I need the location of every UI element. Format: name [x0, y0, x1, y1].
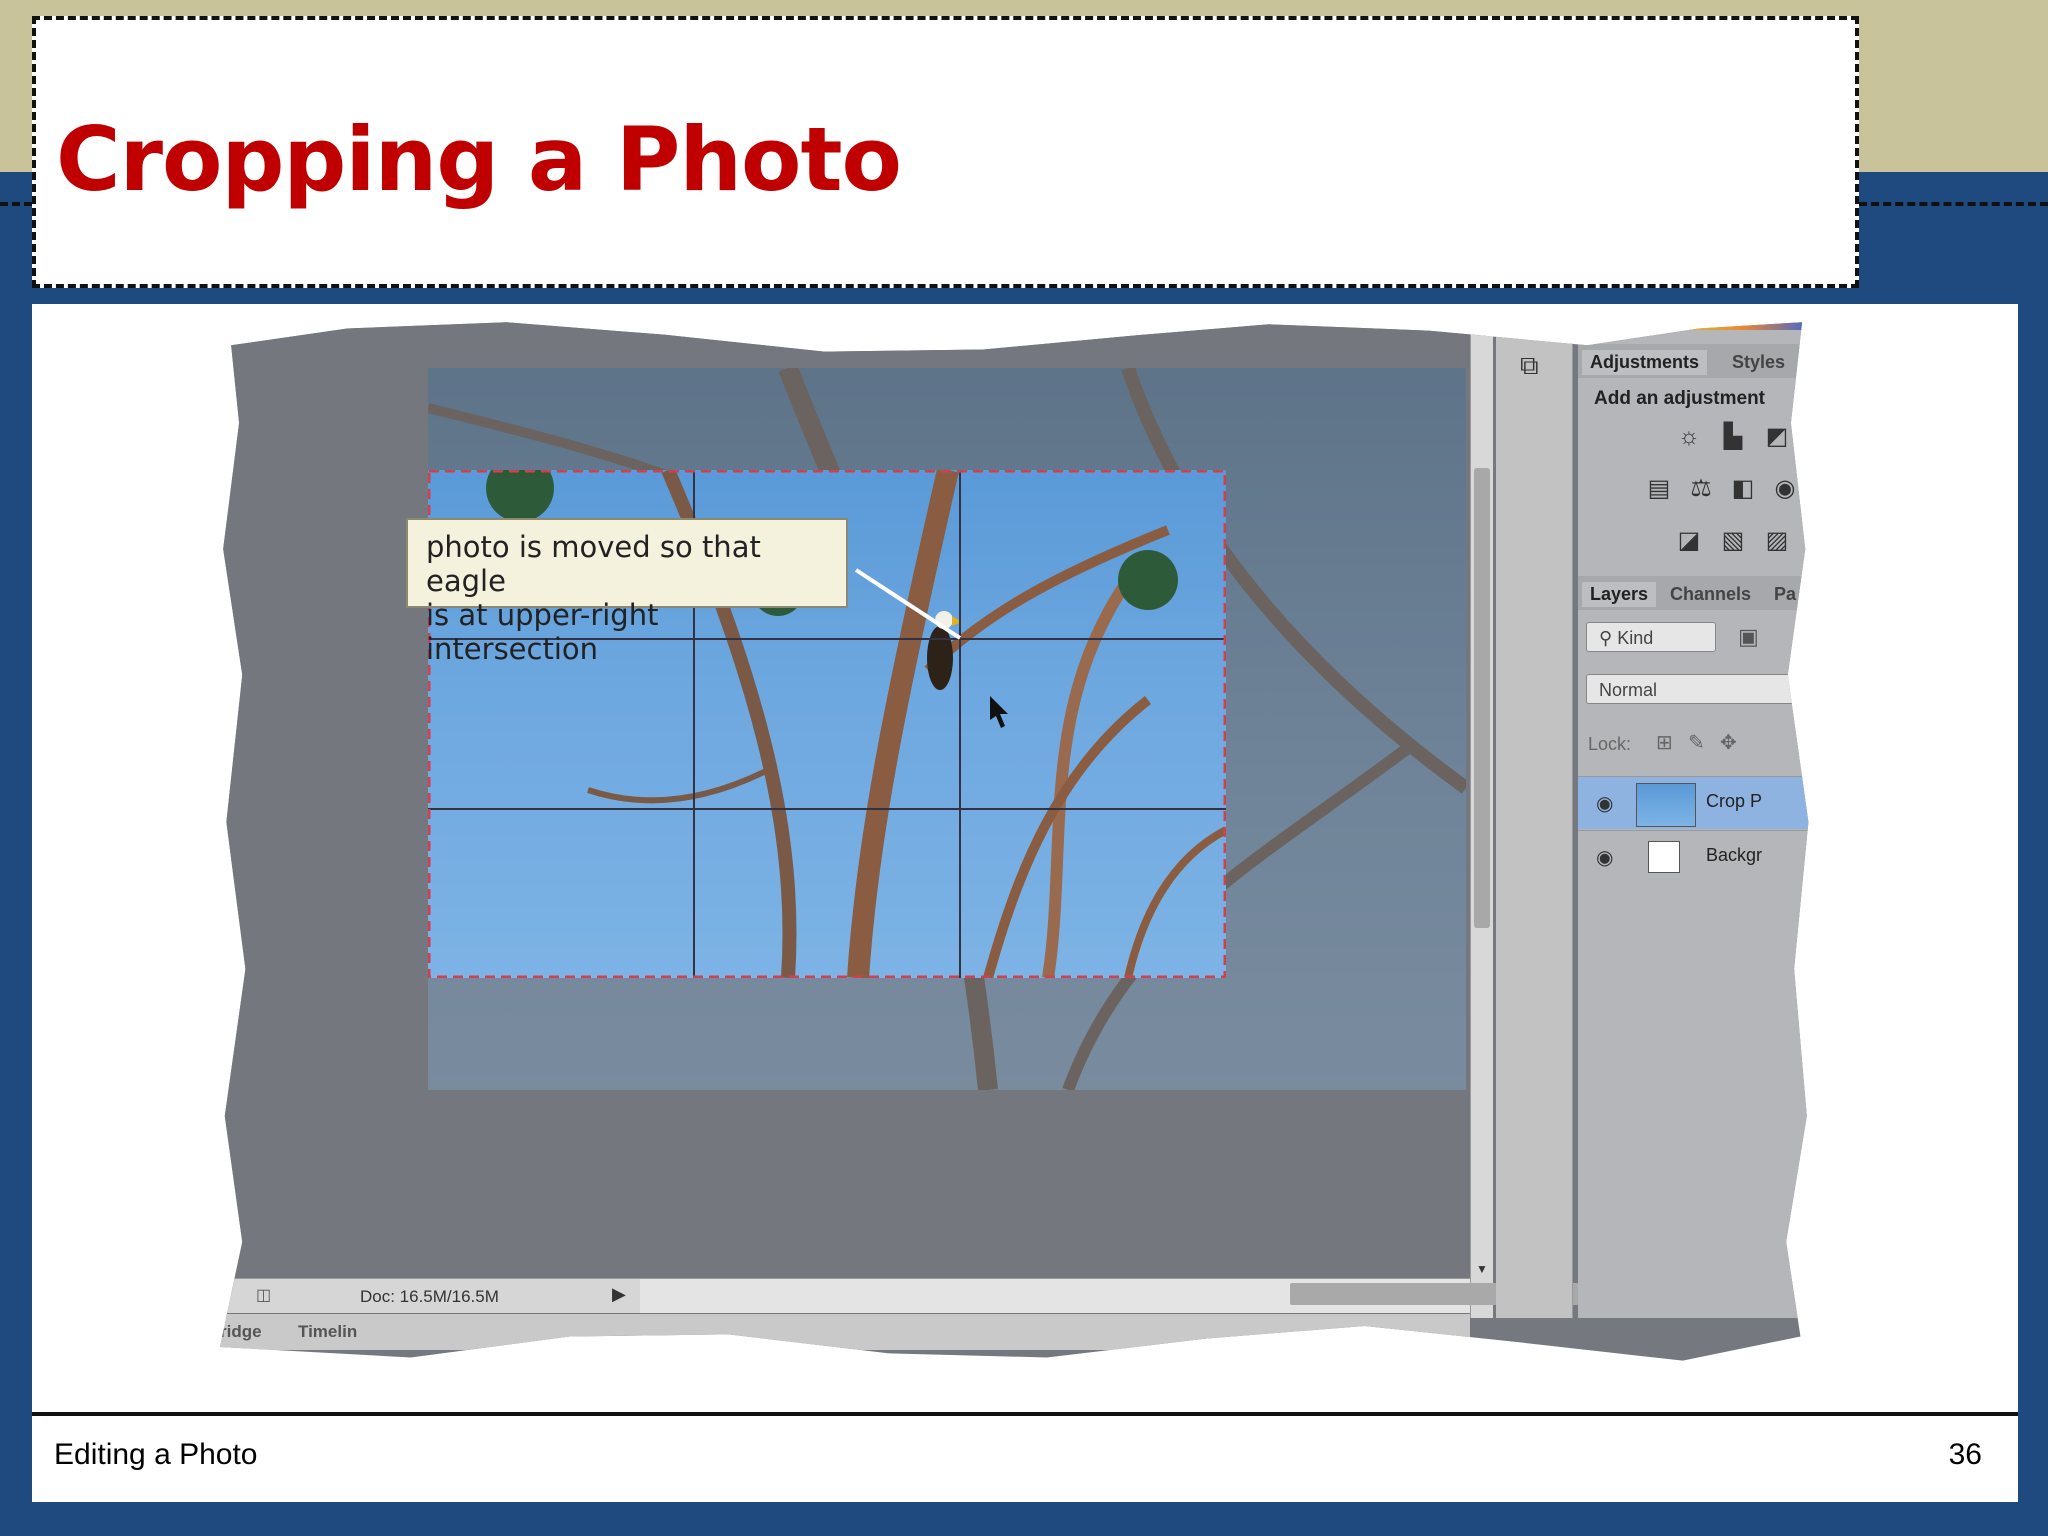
callout-line-2: is at upper-right intersection [426, 598, 659, 666]
lock-label: Lock: [1588, 734, 1632, 754]
tab-mini-bridge[interactable]: ridge [220, 1322, 262, 1342]
lock-brush-icon[interactable]: ✎ [1688, 730, 1705, 755]
photo-filter-icon[interactable]: ◉ [1770, 474, 1800, 504]
dashed-rule-right [1859, 202, 2048, 206]
selective-color-icon[interactable]: ▨ [1762, 526, 1792, 556]
layer-thumbnail [1636, 783, 1696, 827]
footer-section-title: Editing a Photo [54, 1438, 258, 1471]
page-number: 36 [1948, 1438, 1982, 1471]
layer-row-crop[interactable]: ◉ Crop P [1578, 776, 1809, 829]
curves-icon[interactable]: ◩ [1762, 422, 1792, 452]
search-icon: ⚲ [1599, 628, 1618, 648]
vertical-scroll-thumb[interactable] [1474, 468, 1490, 928]
adjustments-heading: Add an adjustment [1594, 388, 1766, 409]
horizontal-scrollbar[interactable] [640, 1279, 1580, 1313]
layer-thumbnail [1648, 841, 1680, 873]
callout-pointer [854, 568, 1008, 728]
black-white-icon[interactable]: ◧ [1728, 474, 1758, 504]
vertical-scrollbar[interactable]: ▼ [1470, 322, 1493, 1318]
callout-box: photo is moved so that eagle is at upper… [406, 518, 848, 666]
visibility-eye-icon[interactable]: ◉ [1596, 791, 1613, 816]
status-bar: ◫ Doc: 16.5M/16.5M ▶ [220, 1278, 1580, 1313]
panel-icon-column: ⧉ [1496, 322, 1573, 1318]
lock-transparent-icon[interactable]: ⊞ [1656, 730, 1673, 755]
layer-name: Crop P [1706, 791, 1763, 811]
layer-row-background[interactable]: ◉ Backgr [1578, 830, 1809, 883]
levels-icon[interactable]: ▙ [1718, 422, 1748, 452]
tab-timeline[interactable]: Timelin [298, 1322, 357, 1342]
gradient-map-icon[interactable]: ▧ [1718, 526, 1748, 556]
kind-filter-label: Kind [1617, 628, 1654, 648]
blend-mode-select[interactable]: Normal [1586, 674, 1809, 704]
image-filter-icon[interactable]: ▣ [1738, 624, 1759, 650]
tab-channels[interactable]: Channels [1662, 582, 1759, 607]
tab-styles[interactable]: Styles [1724, 350, 1793, 375]
layers-tabs: Layers Channels Pa [1578, 576, 1809, 610]
layer-name: Backgr [1706, 845, 1763, 865]
history-panel-icon[interactable]: ⧉ [1520, 350, 1539, 382]
status-menu-icon[interactable]: ◫ [256, 1285, 271, 1305]
invert-icon[interactable]: ◪ [1674, 526, 1704, 556]
callout-line-1: photo is moved so that eagle [426, 530, 761, 598]
status-arrow-icon[interactable]: ▶ [612, 1284, 626, 1305]
slide-footer: Editing a Photo 36 [32, 1412, 2018, 1502]
photoshop-screenshot: ▼ ◫ Doc: 16.5M/16.5M ▶ ridge Timelin ⧉ A… [220, 322, 1809, 1361]
doc-size: Doc: 16.5M/16.5M [360, 1287, 499, 1306]
slide-title: Cropping a Photo [56, 108, 902, 211]
visibility-eye-icon[interactable]: ◉ [1596, 845, 1613, 870]
right-panels: Adjustments Styles Add an adjustment ☼ ▙… [1578, 322, 1809, 1318]
color-balance-icon[interactable]: ⚖ [1686, 474, 1716, 504]
tab-adjustments[interactable]: Adjustments [1582, 350, 1708, 375]
vibrance-icon[interactable]: ▤ [1644, 474, 1674, 504]
lock-move-icon[interactable]: ✥ [1720, 730, 1737, 755]
scroll-down-arrow-icon[interactable]: ▼ [1476, 1262, 1488, 1276]
tab-layers[interactable]: Layers [1582, 582, 1657, 607]
brightness-contrast-icon[interactable]: ☼ [1674, 422, 1704, 452]
adjustments-tabs: Adjustments Styles [1578, 344, 1809, 378]
dashed-rule-left [0, 202, 32, 206]
kind-filter-select[interactable]: ⚲ Kind [1586, 622, 1716, 652]
